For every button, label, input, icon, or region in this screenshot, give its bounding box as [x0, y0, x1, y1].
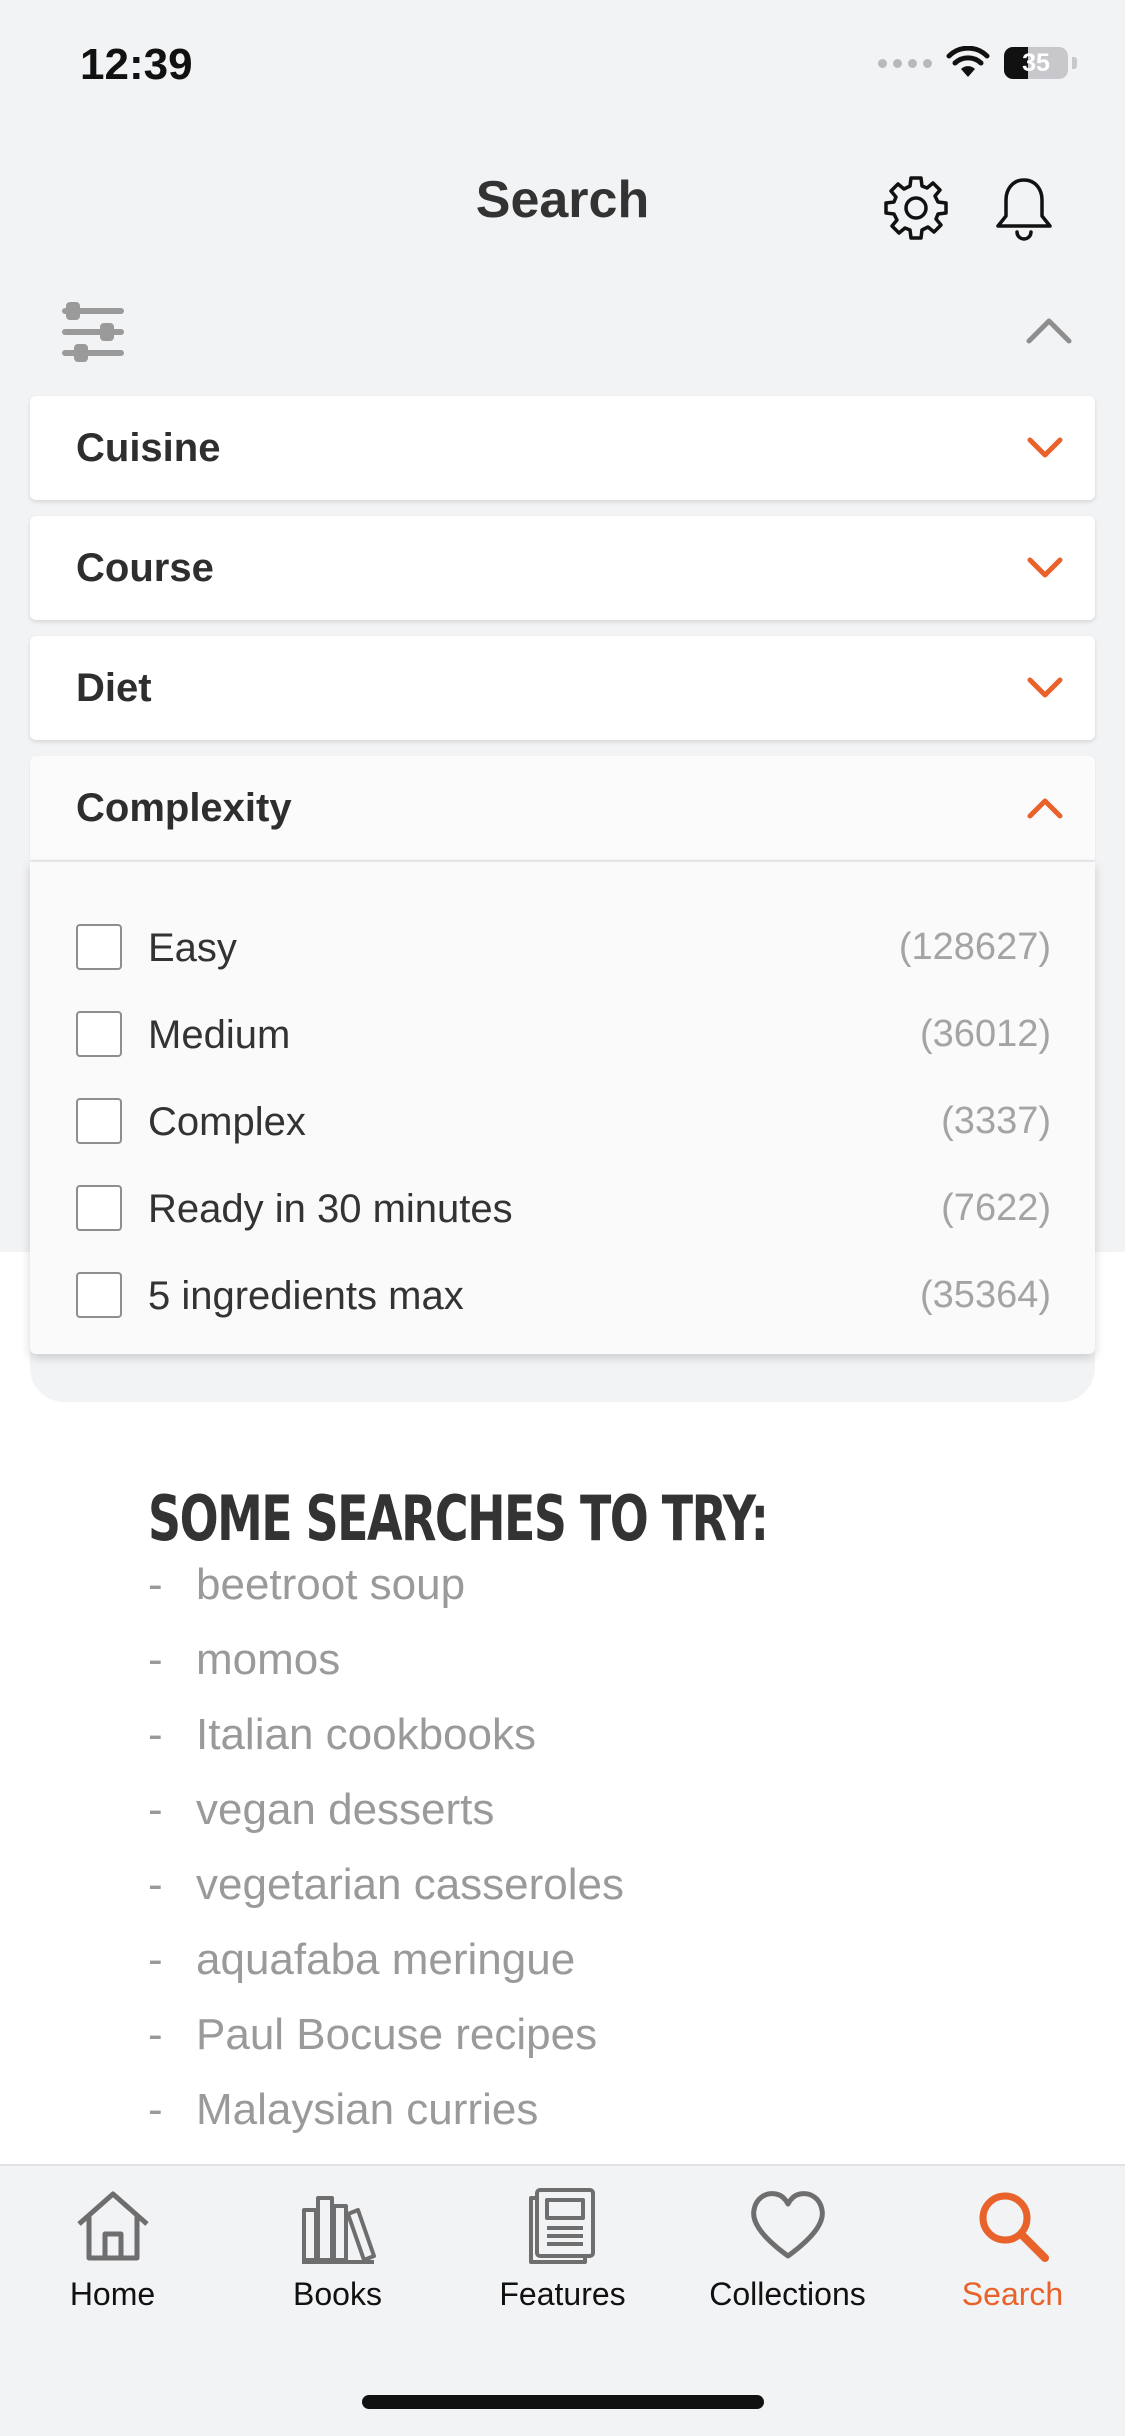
- option-count: (128627): [898, 926, 1051, 968]
- tab-features-label: Features: [499, 2276, 626, 2312]
- tab-collections-label: Collections: [709, 2276, 866, 2312]
- option-count: (36012): [920, 1013, 1051, 1055]
- complexity-option-ready-30[interactable]: Ready in 30 minutes (7622): [30, 1165, 1095, 1252]
- filter-complexity[interactable]: Complexity: [30, 756, 1095, 860]
- chevron-down-icon: [1027, 677, 1063, 698]
- chevron-up-icon: [1027, 798, 1063, 819]
- suggestion-text: vegetarian casseroles: [196, 1860, 625, 1909]
- option-count: (35364): [920, 1274, 1051, 1316]
- filter-diet[interactable]: Diet: [30, 636, 1095, 740]
- chevron-down-icon: [1027, 437, 1063, 458]
- suggestion-text: Paul Bocuse recipes: [196, 2010, 598, 2059]
- complexity-option-medium[interactable]: Medium (36012): [30, 991, 1095, 1078]
- tab-home[interactable]: Home: [0, 2186, 225, 2346]
- heart-icon: [750, 2191, 825, 2259]
- checkbox[interactable]: [76, 1272, 122, 1318]
- filter-cuisine[interactable]: Cuisine: [30, 396, 1095, 500]
- battery-icon: 35: [1004, 47, 1068, 79]
- checkbox[interactable]: [76, 924, 122, 970]
- bullet: -: [148, 1635, 163, 1684]
- option-label: Ready in 30 minutes: [148, 1187, 513, 1231]
- checkbox[interactable]: [76, 1098, 122, 1144]
- chevron-down-icon: [1027, 557, 1063, 578]
- suggestion-item[interactable]: - Italian cookbooks: [148, 1710, 1048, 1785]
- tab-search-label: Search: [961, 2276, 1064, 2312]
- suggestion-item[interactable]: - momos: [148, 1635, 1048, 1710]
- suggestions-heading: SOME SEARCHES TO TRY:: [148, 1482, 769, 1555]
- suggestion-item[interactable]: - vegan desserts: [148, 1785, 1048, 1860]
- complexity-option-5-ingredients[interactable]: 5 ingredients max (35364): [30, 1252, 1095, 1339]
- status-time: 12:39: [80, 40, 193, 89]
- suggestion-item[interactable]: - beetroot soup: [148, 1560, 1048, 1635]
- filter-sliders-icon[interactable]: [60, 302, 126, 362]
- search-icon: [979, 2192, 1049, 2262]
- suggestion-text: aquafaba meringue: [196, 1935, 576, 1984]
- collapse-filters-chevron-up-icon[interactable]: [1025, 314, 1073, 346]
- bullet: -: [148, 1785, 163, 1834]
- tab-search[interactable]: Search: [900, 2186, 1125, 2346]
- features-icon: [528, 2188, 595, 2264]
- status-indicators: 35: [878, 46, 1077, 80]
- complexity-option-complex[interactable]: Complex (3337): [30, 1078, 1095, 1165]
- checkbox[interactable]: [76, 1011, 122, 1057]
- battery-percentage: 35: [1022, 48, 1050, 77]
- bullet: -: [148, 2085, 163, 2134]
- filter-course[interactable]: Course: [30, 516, 1095, 620]
- suggestion-text: Italian cookbooks: [196, 1710, 536, 1759]
- wifi-icon: [946, 46, 990, 77]
- notifications-bell-icon[interactable]: [988, 172, 1060, 244]
- home-icon: [76, 2191, 149, 2261]
- tab-books-label: Books: [293, 2276, 382, 2312]
- tab-books[interactable]: Books: [225, 2186, 450, 2346]
- settings-gear-icon[interactable]: [880, 172, 952, 244]
- option-label: Easy: [148, 926, 237, 970]
- complexity-option-easy[interactable]: Easy (128627): [30, 904, 1095, 991]
- battery-cap: [1072, 57, 1077, 69]
- suggestions-list: - beetroot soup - momos - Italian cookbooks…: [148, 1560, 1048, 2160]
- tab-home-label: Home: [69, 2276, 156, 2312]
- filter-complexity-label: Complexity: [76, 785, 292, 830]
- option-label: Complex: [148, 1100, 306, 1144]
- filter-diet-label: Diet: [76, 665, 152, 710]
- suggestion-item[interactable]: - aquafaba meringue: [148, 1935, 1048, 2010]
- filter-course-label: Course: [76, 545, 214, 590]
- suggestion-text: momos: [196, 1635, 341, 1684]
- complexity-options-panel: Easy (128627) Medium (36012) Complex (33…: [30, 862, 1095, 1354]
- books-icon: [301, 2196, 376, 2264]
- suggestion-text: Malaysian curries: [196, 2085, 539, 2134]
- option-count: (3337): [941, 1100, 1051, 1142]
- bullet: -: [148, 1860, 163, 1909]
- page-title: Search: [475, 171, 650, 229]
- tab-collections[interactable]: Collections: [675, 2186, 900, 2346]
- option-label: 5 ingredients max: [148, 1274, 464, 1318]
- home-indicator[interactable]: [362, 2395, 764, 2409]
- cellular-signal-icon: [878, 58, 932, 68]
- bullet: -: [148, 1710, 163, 1759]
- suggestion-text: vegan desserts: [196, 1785, 495, 1834]
- option-count: (7622): [941, 1187, 1051, 1229]
- bullet: -: [148, 2010, 163, 2059]
- suggestion-text: beetroot soup: [196, 1560, 466, 1609]
- bullet: -: [148, 1560, 163, 1609]
- suggestion-item[interactable]: - vegetarian casseroles: [148, 1860, 1048, 1935]
- option-label: Medium: [148, 1013, 291, 1057]
- suggestion-item[interactable]: - Malaysian curries: [148, 2085, 1048, 2160]
- suggestion-item[interactable]: - Paul Bocuse recipes: [148, 2010, 1048, 2085]
- tab-features[interactable]: Features: [450, 2186, 675, 2346]
- filter-toolbar: [0, 290, 1125, 370]
- filter-cuisine-label: Cuisine: [76, 425, 221, 470]
- checkbox[interactable]: [76, 1185, 122, 1231]
- bullet: -: [148, 1935, 163, 1984]
